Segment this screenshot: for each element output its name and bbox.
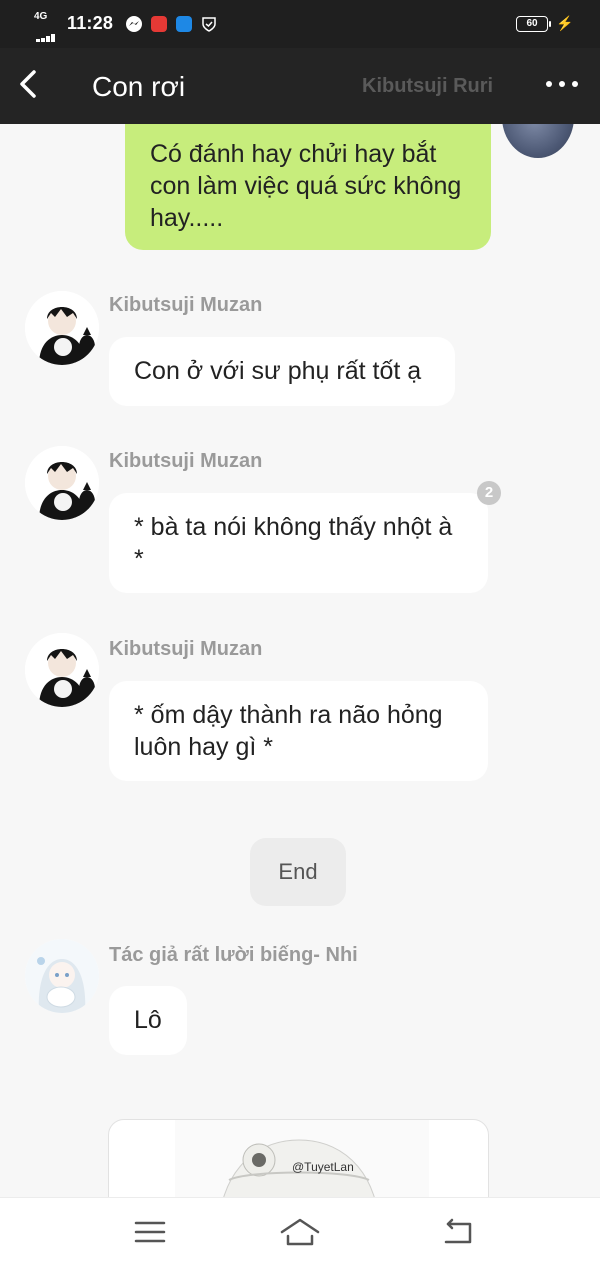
status-bar: 4G 11:28 60 ⚡: [0, 0, 600, 48]
message-text: * ốm dậy thành ra não hỏng luôn hay gì *: [134, 701, 443, 761]
message-text: Có đánh hay chửi hay bắt con làm việc qu…: [150, 140, 462, 232]
clock: 11:28: [67, 13, 114, 33]
sender-name: Kibutsuji Muzan: [109, 294, 263, 316]
message-list[interactable]: Có đánh hay chửi hay bắt con làm việc qu…: [0, 124, 600, 1197]
message-text: Con ở với sư phụ rất tốt ạ: [134, 357, 422, 385]
image-watermark: @TuyetLan: [292, 1160, 354, 1174]
battery-icon: 60: [516, 16, 551, 32]
sender-name: Kibutsuji Muzan: [109, 638, 263, 660]
faded-sender-name: Kibutsuji Ruri: [362, 75, 494, 97]
more-options-button[interactable]: [544, 76, 580, 92]
home-button[interactable]: [280, 1214, 320, 1250]
sender-name: Tác giả rất lười biếng- Nhi: [109, 944, 358, 966]
chevron-left-icon: [20, 70, 36, 98]
network-type: 4G: [34, 11, 48, 22]
illustration-image: [175, 1120, 429, 1197]
end-marker-chip: End: [250, 838, 346, 906]
avatar[interactable]: [502, 124, 574, 158]
home-icon: [280, 1218, 320, 1246]
menu-button[interactable]: [130, 1214, 170, 1250]
outgoing-message-bubble[interactable]: Có đánh hay chửi hay bắt con làm việc qu…: [125, 124, 491, 250]
system-navigation-bar: [0, 1197, 600, 1267]
incoming-message-bubble[interactable]: * bà ta nói không thấy nhột à *: [109, 493, 488, 593]
signal-icon: [36, 24, 62, 42]
reaction-count-badge[interactable]: 2: [477, 481, 501, 505]
app-notification-icon: [151, 16, 167, 32]
avatar[interactable]: [25, 446, 99, 520]
back-nav-button[interactable]: [438, 1214, 478, 1250]
avatar[interactable]: [25, 633, 99, 707]
message-text: Lô: [134, 1006, 162, 1034]
charging-icon: ⚡: [556, 15, 574, 31]
incoming-message-bubble[interactable]: Con ở với sư phụ rất tốt ạ: [109, 337, 455, 406]
avatar[interactable]: [25, 939, 99, 1013]
app-notification-icon: [176, 16, 192, 32]
avatar[interactable]: [25, 291, 99, 365]
sender-name: Kibutsuji Muzan: [109, 450, 263, 472]
chat-header: Con rơi Kibutsuji Ruri: [0, 48, 600, 124]
chat-title: Con rơi: [92, 71, 186, 102]
message-text: * bà ta nói không thấy nhột à *: [134, 513, 453, 573]
incoming-message-bubble[interactable]: Lô: [109, 986, 187, 1055]
shield-icon: [201, 16, 217, 32]
image-message[interactable]: [108, 1119, 489, 1197]
back-button[interactable]: [12, 64, 48, 104]
incoming-message-bubble[interactable]: * ốm dậy thành ra não hỏng luôn hay gì *: [109, 681, 488, 781]
back-icon: [444, 1218, 472, 1244]
menu-icon: [134, 1221, 166, 1243]
messenger-icon: [126, 16, 142, 32]
